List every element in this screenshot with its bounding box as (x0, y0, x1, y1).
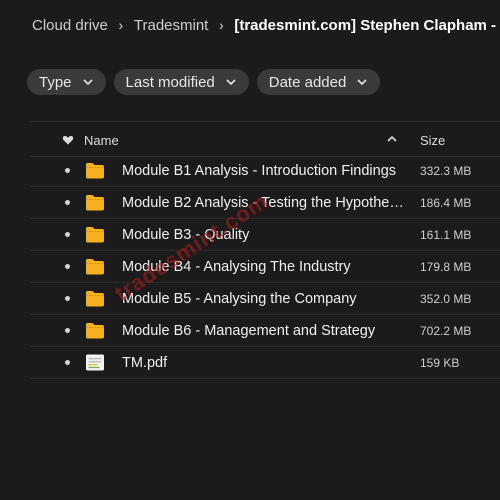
chevron-right-icon: › (118, 17, 124, 33)
file-size: 186.4 MB (420, 196, 472, 210)
file-size: 179.8 MB (420, 260, 472, 274)
bullet-icon (65, 328, 70, 333)
breadcrumb-item-cloud-drive[interactable]: Cloud drive (32, 17, 108, 34)
breadcrumb-item-current-folder[interactable]: [tradesmint.com] Stephen Clapham - H (234, 17, 500, 34)
bullet-icon (65, 168, 70, 173)
pdf-file-icon (86, 354, 104, 371)
bullet-icon (65, 200, 70, 205)
table-row[interactable]: Module B1 Analysis - Introduction Findin… (30, 155, 500, 187)
chevron-down-icon (226, 79, 236, 86)
table-row[interactable]: Module B3 - Quality 161.1 MB (30, 219, 500, 251)
date-added-filter-label: Date added (268, 73, 347, 91)
chevron-right-icon: › (219, 17, 224, 33)
date-added-filter-button[interactable]: Date added (256, 69, 381, 95)
file-name: Module B3 - Quality (122, 227, 250, 243)
table-row[interactable]: Module B6 - Management and Strategy 702.… (30, 315, 500, 347)
file-list: Module B1 Analysis - Introduction Findin… (30, 155, 500, 379)
folder-icon (86, 259, 104, 275)
folder-icon (86, 323, 104, 339)
breadcrumb: Cloud drive › Tradesmint › [tradesmint.c… (32, 14, 500, 36)
type-filter-label: Type (39, 73, 72, 91)
file-size: 352.0 MB (420, 292, 472, 306)
file-size: 161.1 MB (420, 228, 472, 242)
folder-icon (86, 291, 104, 307)
file-name: Module B6 - Management and Strategy (122, 323, 376, 339)
chevron-down-icon (357, 79, 367, 86)
size-column-header[interactable]: Size (420, 133, 445, 148)
bullet-icon (65, 232, 70, 237)
folder-icon (86, 163, 104, 179)
table-row[interactable]: Module B4 - Analysing The Industry 179.8… (30, 251, 500, 283)
file-name: Module B4 - Analysing The Industry (122, 259, 351, 275)
last-modified-filter-button[interactable]: Last modified (113, 69, 249, 95)
bullet-icon (65, 296, 70, 301)
folder-icon (86, 195, 104, 211)
breadcrumb-item-tradesmint[interactable]: Tradesmint (134, 17, 208, 34)
folder-icon (86, 227, 104, 243)
file-name: Module B5 - Analysing the Company (122, 291, 357, 307)
bullet-icon (65, 264, 70, 269)
name-column-header[interactable]: Name (84, 133, 119, 148)
file-name: Module B1 Analysis - Introduction Findin… (122, 163, 397, 179)
last-modified-filter-label: Last modified (125, 73, 215, 91)
file-name: Module B2 Analysis - Testing the Hypothe… (122, 195, 404, 211)
bullet-icon (65, 360, 70, 365)
file-table-header: Name Size (30, 121, 500, 157)
table-row[interactable]: Module B2 Analysis - Testing the Hypothe… (30, 187, 500, 219)
type-filter-button[interactable]: Type (27, 69, 106, 95)
heart-icon[interactable] (62, 134, 74, 146)
file-name: TM.pdf (122, 355, 168, 371)
file-size: 332.3 MB (420, 164, 472, 178)
file-size: 702.2 MB (420, 324, 472, 338)
chevron-up-icon[interactable] (386, 133, 398, 145)
table-row[interactable]: Module B5 - Analysing the Company 352.0 … (30, 283, 500, 315)
table-row[interactable]: TM.pdf 159 KB (30, 347, 500, 379)
file-size: 159 KB (420, 356, 460, 370)
chevron-down-icon (82, 79, 93, 86)
filter-bar: Type Last modified Date added (27, 69, 381, 95)
